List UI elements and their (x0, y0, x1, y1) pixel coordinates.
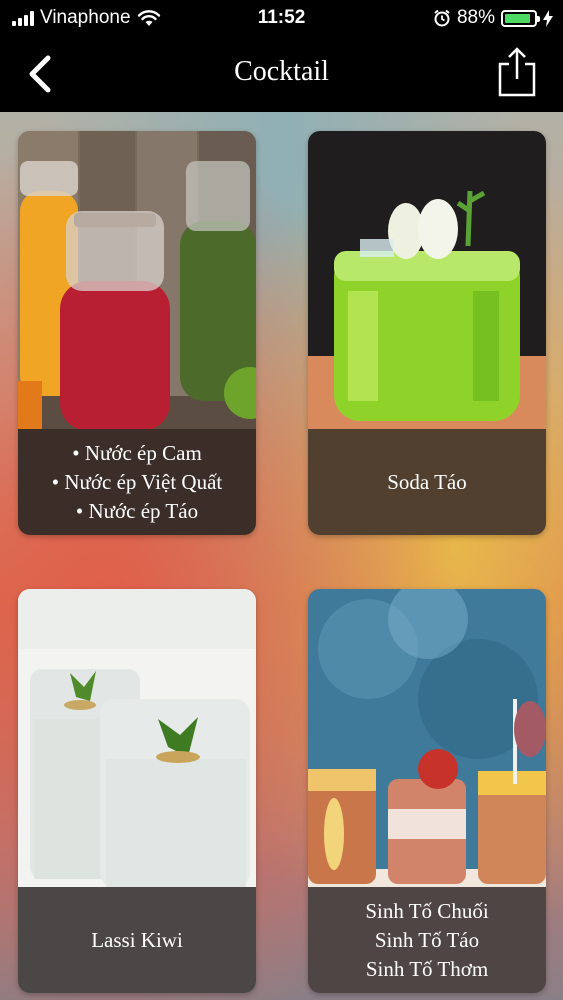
card-caption: Sinh Tố Chuối Sinh Tố Táo Sinh Tố Thơm (308, 887, 546, 993)
card-caption: Lassi Kiwi (18, 887, 256, 993)
juice-bottles-image (18, 131, 256, 429)
cocktail-card-juices[interactable]: • Nước ép Cam • Nước ép Việt Quất • Nước… (18, 131, 256, 535)
battery-level (505, 13, 530, 23)
drink-name: Sinh Tố Táo (374, 927, 480, 952)
status-bar: Vinaphone 11:52 88% (0, 0, 563, 38)
drink-name: • Nước ép Việt Quất (51, 469, 223, 494)
smoothies-image (308, 589, 546, 887)
card-caption: • Nước ép Cam • Nước ép Việt Quất • Nước… (18, 429, 256, 535)
share-icon[interactable] (495, 46, 539, 98)
battery-percent: 88% (456, 7, 495, 28)
status-right: 88% (433, 7, 553, 29)
cocktail-card-lassi[interactable]: Lassi Kiwi (18, 589, 256, 993)
nav-bar: Cocktail (0, 38, 563, 112)
drink-name: Sinh Tố Thơm (365, 956, 489, 981)
drink-name: Sinh Tố Chuối (365, 898, 489, 923)
page-title: Cocktail (234, 56, 329, 87)
charging-icon (543, 9, 553, 27)
drink-name: Soda Táo (387, 469, 467, 494)
drink-name: Lassi Kiwi (91, 927, 183, 952)
card-caption: Soda Táo (308, 429, 546, 535)
alarm-icon (434, 9, 450, 27)
kiwi-lassi-image (18, 589, 256, 887)
drink-name: • Nước ép Táo (75, 498, 199, 523)
battery-icon (501, 9, 540, 27)
cocktail-card-soda[interactable]: Soda Táo (308, 131, 546, 535)
drink-name: • Nước ép Cam (72, 440, 202, 465)
apple-soda-image (308, 131, 546, 429)
cocktail-card-smoothies[interactable]: Sinh Tố Chuối Sinh Tố Táo Sinh Tố Thơm (308, 589, 546, 993)
